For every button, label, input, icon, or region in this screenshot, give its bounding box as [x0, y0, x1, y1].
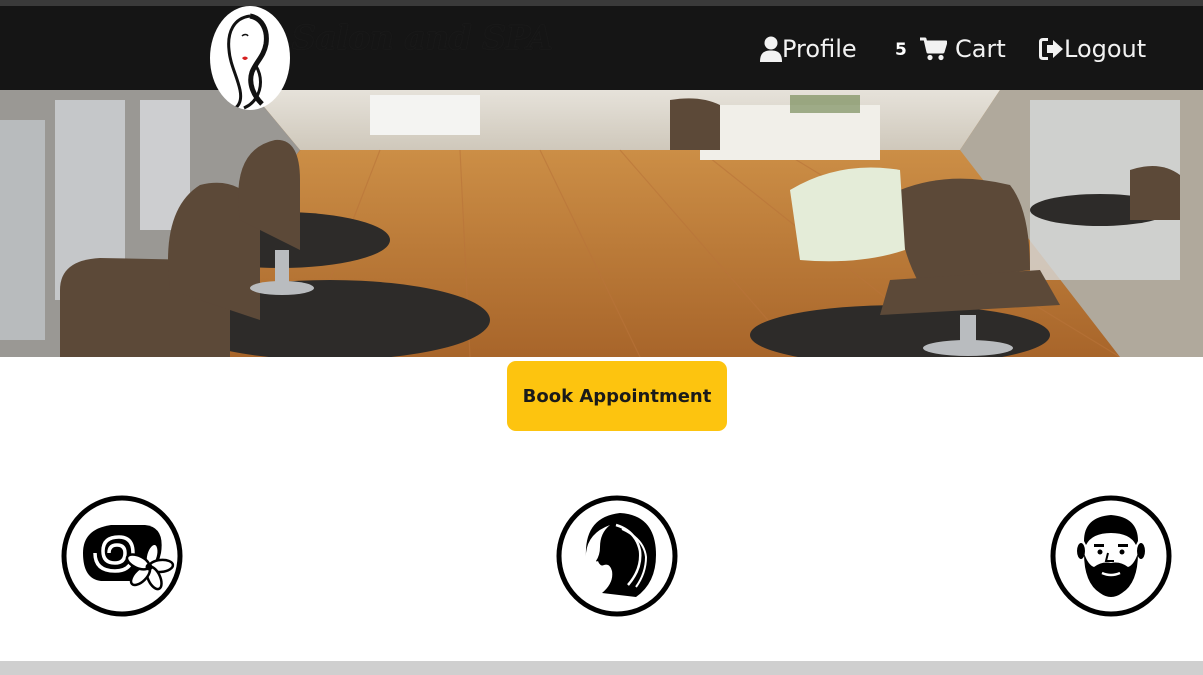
profile-link[interactable]: Profile: [760, 32, 857, 66]
woman-face-logo-icon: [227, 13, 269, 110]
hero-banner: [0, 90, 1203, 357]
sign-out-icon: [1039, 38, 1063, 60]
shopping-cart-icon: [920, 37, 947, 61]
service-barber[interactable]: [1050, 495, 1172, 617]
cart-label: Cart: [955, 35, 1006, 63]
salon-logo[interactable]: [210, 6, 290, 110]
spa-towel-icon: [61, 495, 183, 617]
service-hair[interactable]: [556, 495, 678, 617]
brand-title[interactable]: Salon and SPA: [292, 18, 553, 57]
logout-label: Logout: [1064, 35, 1147, 63]
cart-count-badge: 5: [895, 40, 907, 60]
logout-link[interactable]: Logout: [1039, 32, 1146, 66]
book-appointment-button[interactable]: Book Appointment: [507, 361, 727, 431]
navbar: Profile 5 Cart Logout: [0, 6, 1203, 90]
footer-divider: [0, 661, 1203, 675]
bearded-man-icon: [1050, 495, 1172, 617]
woman-hair-icon: [556, 495, 678, 617]
salon-interior-image: [0, 90, 1203, 357]
user-icon: [760, 36, 782, 62]
service-spa[interactable]: [61, 495, 183, 617]
profile-label: Profile: [782, 35, 857, 63]
cart-link[interactable]: Cart: [920, 32, 1006, 66]
